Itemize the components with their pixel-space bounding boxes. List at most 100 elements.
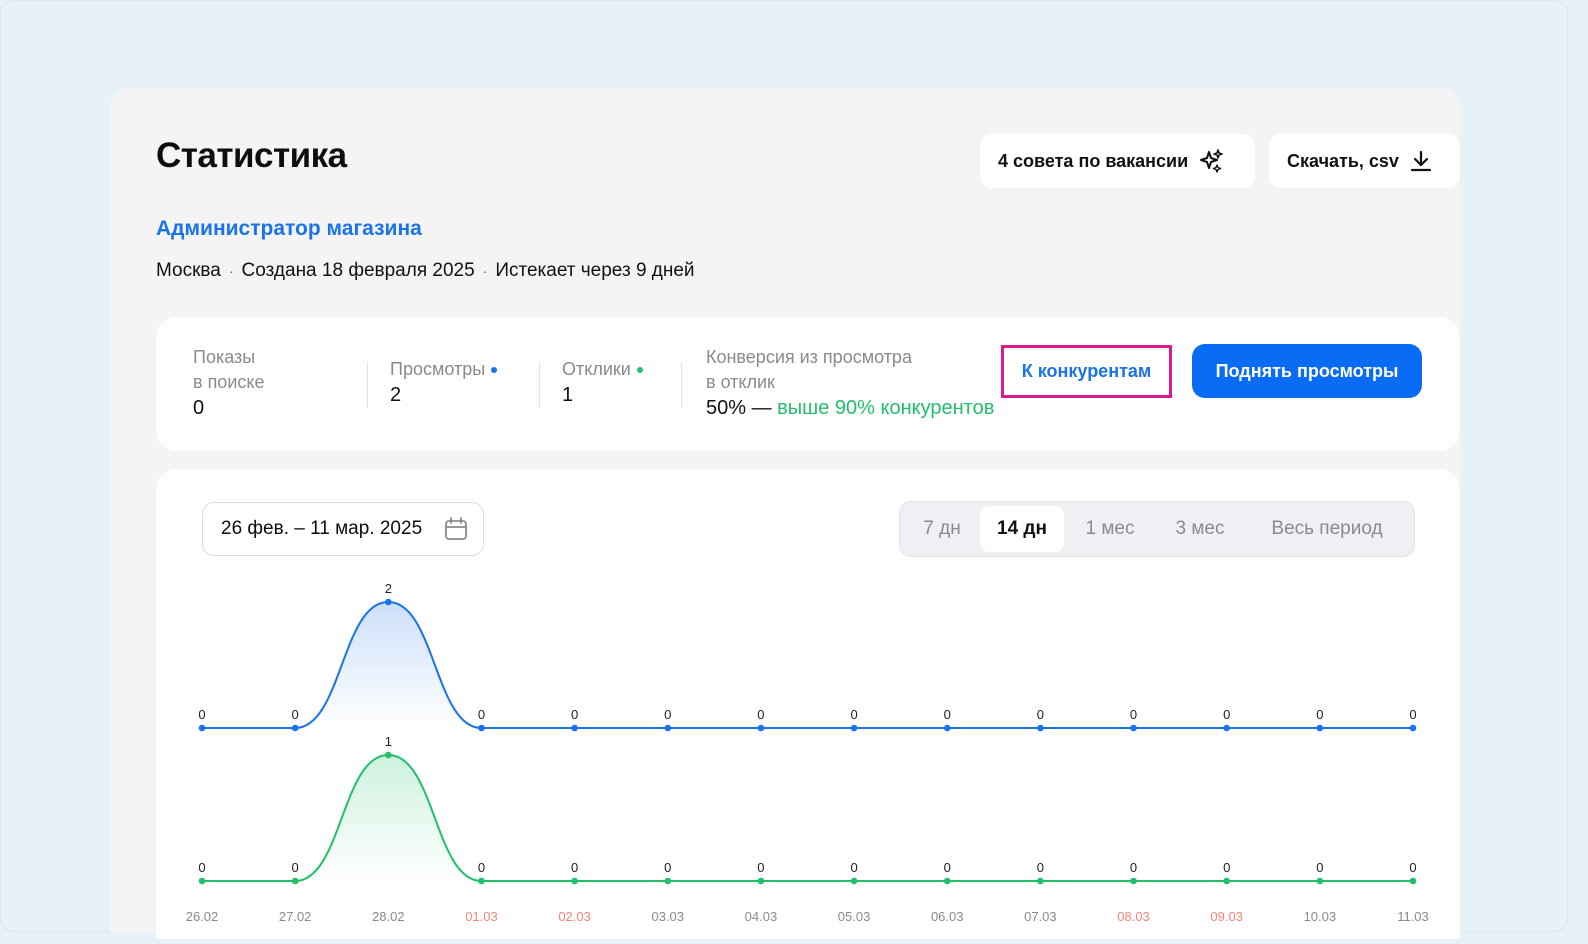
views-data-label: 0: [1316, 707, 1323, 722]
responses-data-label: 0: [944, 860, 951, 875]
responses-data-label: 0: [1130, 860, 1137, 875]
stat-conv-label-2: в отклик: [706, 372, 775, 392]
views-point: [1409, 724, 1417, 732]
views-point: [943, 724, 951, 732]
responses-dot-icon: [636, 367, 643, 374]
x-tick-label: 05.03: [838, 909, 871, 924]
responses-point: [198, 877, 206, 885]
views-data-label: 0: [1409, 707, 1416, 722]
x-tick-label: 02.03: [558, 909, 591, 924]
responses-point: [478, 877, 485, 885]
x-tick-label: 07.03: [1024, 909, 1057, 924]
responses-point: [385, 751, 392, 759]
responses-data-label: 0: [198, 860, 205, 875]
views-point: [664, 724, 672, 732]
divider: [539, 362, 540, 408]
responses-point: [943, 877, 951, 885]
views-area: [202, 602, 1413, 728]
views-data-label: 0: [1037, 707, 1044, 722]
responses-point: [850, 877, 858, 885]
views-data-label: 0: [571, 707, 578, 722]
views-dot-icon: [491, 367, 498, 374]
views-point: [478, 724, 485, 732]
stat-views-value: 2: [390, 384, 402, 406]
views-data-label: 0: [757, 707, 764, 722]
stats-card: Показы в поиске 0 Просмотры 2 Отклики 1 …: [156, 317, 1460, 451]
views-data-label: 0: [664, 707, 671, 722]
responses-point: [1223, 877, 1230, 885]
download-icon: [1409, 149, 1433, 173]
divider: [367, 362, 368, 408]
x-tick-label: 09.03: [1210, 909, 1243, 924]
responses-data-label: 0: [1037, 860, 1044, 875]
stat-shows-label-1: Показы: [193, 347, 256, 367]
responses-point: [571, 877, 578, 885]
views-data-label: 0: [944, 707, 951, 722]
x-tick-label: 26.02: [186, 909, 219, 924]
vacancy-title-link[interactable]: Администратор магазина: [156, 217, 422, 241]
vacancy-created: Создана 18 февраля 2025: [241, 260, 475, 281]
sparkle-icon: [1198, 148, 1224, 174]
stat-views-label: Просмотры: [390, 357, 498, 382]
responses-point: [291, 877, 299, 885]
views-point: [850, 724, 858, 732]
stat-conv-label-1: Конверсия из просмотра: [706, 347, 912, 367]
vacancy-expires: Истекает через 9 дней: [495, 260, 695, 281]
responses-area: [202, 755, 1413, 881]
views-data-label: 2: [385, 581, 392, 596]
responses-data-label: 0: [850, 860, 857, 875]
x-tick-label: 01.03: [465, 909, 498, 924]
stat-conversion: Конверсия из просмотра в отклик 50% — вы…: [706, 345, 1006, 420]
x-tick-label: 10.03: [1304, 909, 1337, 924]
tips-button[interactable]: 4 совета по вакансии: [980, 134, 1255, 188]
stat-views: Просмотры 2: [390, 357, 498, 407]
page-title: Статистика: [156, 136, 347, 175]
x-tick-label: 11.03: [1397, 909, 1429, 924]
stat-responses-label: Отклики: [562, 357, 643, 382]
responses-point: [1037, 877, 1044, 885]
raise-views-button[interactable]: Поднять просмотры: [1192, 344, 1422, 398]
views-point: [385, 598, 392, 606]
stat-shows-value: 0: [193, 397, 205, 419]
responses-data-label: 0: [757, 860, 764, 875]
stat-shows: Показы в поиске 0: [193, 345, 363, 420]
screen-frame: Статистика 4 совета по вакансии Скачать,…: [0, 0, 1568, 939]
views-point: [571, 724, 578, 732]
responses-data-label: 0: [1223, 860, 1230, 875]
views-data-label: 0: [1223, 707, 1230, 722]
views-point: [1223, 724, 1230, 732]
views-data-label: 0: [1130, 707, 1137, 722]
separator-dot: ·: [228, 263, 234, 279]
responses-data-label: 0: [664, 860, 671, 875]
conv-note: выше 90% конкурентов: [777, 397, 995, 419]
stat-responses-value: 1: [562, 384, 574, 406]
x-tick-label: 03.03: [651, 909, 684, 924]
responses-point: [1409, 877, 1417, 885]
views-data-label: 0: [292, 707, 299, 722]
responses-data-label: 1: [385, 734, 392, 749]
views-data-label: 0: [850, 707, 857, 722]
stat-conv-value: 50% — выше 90% конкурентов: [706, 397, 995, 419]
responses-data-label: 0: [292, 860, 299, 875]
statistics-panel: Статистика 4 совета по вакансии Скачать,…: [110, 88, 1460, 939]
divider: [681, 362, 682, 408]
vacancy-meta: Москва · Создана 18 февраля 2025 · Истек…: [156, 260, 695, 282]
views-point: [757, 724, 765, 732]
separator-dot: ·: [482, 263, 488, 279]
tips-label: 4 совета по вакансии: [998, 150, 1189, 171]
x-tick-label: 27.02: [279, 909, 312, 924]
views-point: [198, 724, 206, 732]
chart-card: 26 фев. – 11 мар. 2025 7 дн 14 дн 1 мес …: [156, 469, 1460, 939]
views-point: [1037, 724, 1044, 732]
responses-point: [1316, 877, 1324, 885]
download-csv-button[interactable]: Скачать, csv: [1269, 134, 1460, 188]
views-point: [1130, 724, 1137, 732]
x-tick-label: 28.02: [372, 909, 405, 924]
x-tick-label: 06.03: [931, 909, 964, 924]
responses-data-label: 0: [571, 860, 578, 875]
responses-data-label: 0: [1409, 860, 1416, 875]
stat-responses: Отклики 1: [562, 357, 643, 407]
competitors-button[interactable]: К конкурентам: [1001, 345, 1172, 398]
stat-shows-label-2: в поиске: [193, 372, 265, 392]
responses-data-label: 0: [478, 860, 485, 875]
